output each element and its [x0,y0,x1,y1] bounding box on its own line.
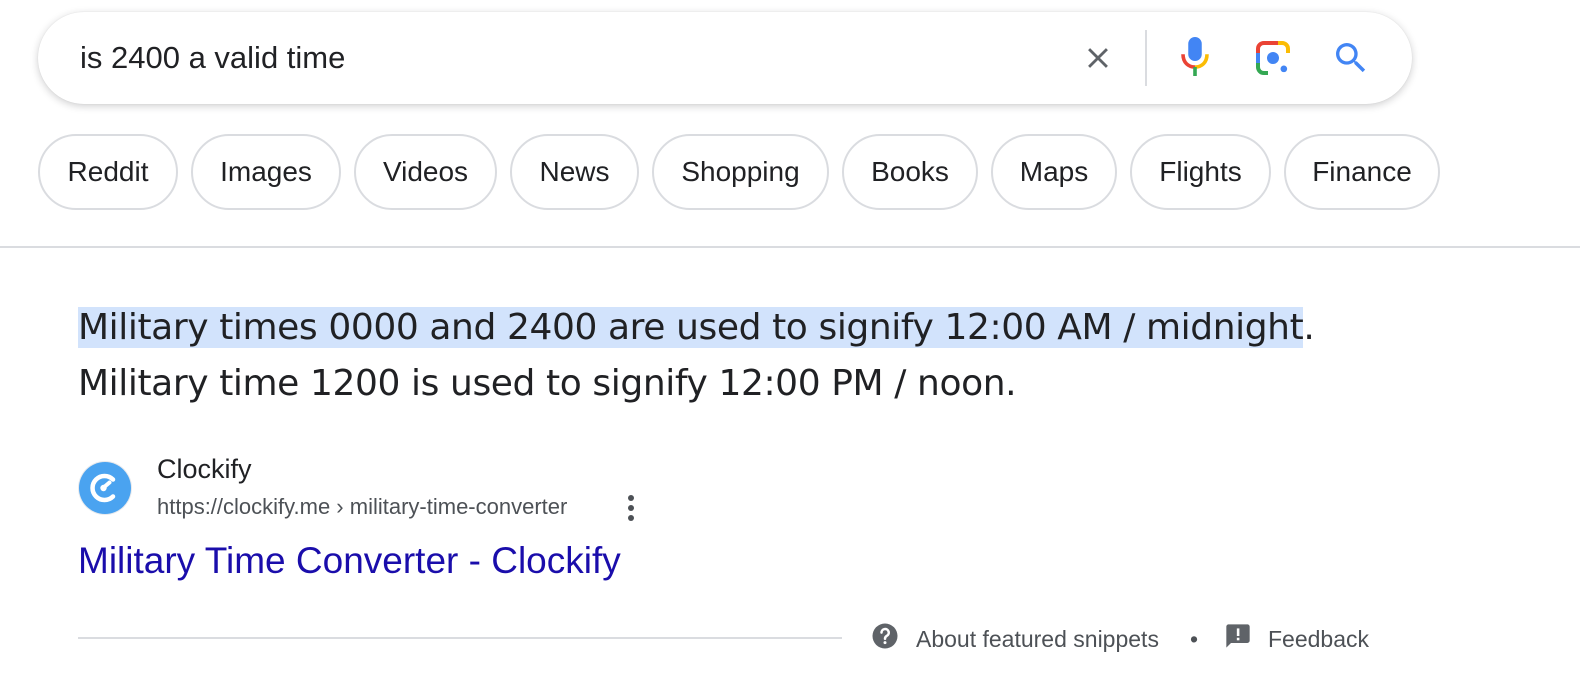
feedback-link[interactable]: Feedback [1224,622,1369,656]
snippet-footer-divider [78,637,842,639]
more-options-icon[interactable] [616,490,646,526]
feedback-icon [1224,622,1252,656]
close-icon[interactable] [1074,34,1122,82]
chip-books[interactable]: Books [842,134,978,210]
chip-videos[interactable]: Videos [354,134,497,210]
snippet-line-1: Military times 0000 and 2400 are used to… [78,300,1378,356]
search-bar [38,12,1412,104]
snippet-highlight: Military times 0000 and 2400 are used to… [78,307,1304,348]
microphone-icon[interactable] [1171,34,1219,82]
clockify-logo-icon[interactable] [78,461,132,515]
feedback-label: Feedback [1268,625,1370,652]
google-lens-icon[interactable] [1249,34,1297,82]
chip-flights[interactable]: Flights [1130,134,1271,210]
chip-reddit[interactable]: Reddit [38,134,178,210]
featured-snippet-text: Military times 0000 and 2400 are used to… [78,300,1378,412]
source-site-name[interactable]: Clockify [157,454,252,485]
chip-finance[interactable]: Finance [1284,134,1440,210]
source-url[interactable]: https://clockify.me › military-time-conv… [157,494,567,520]
search-input[interactable] [80,12,1040,104]
help-icon [870,621,900,657]
snippet-line-1-tail: . [1303,307,1315,348]
about-featured-snippets-link[interactable]: About featured snippets [870,622,1159,656]
chip-images[interactable]: Images [191,134,341,210]
search-filter-chips: Reddit Images Videos News Shopping Books… [38,134,1440,214]
footer-separator: • [1190,626,1199,652]
chip-maps[interactable]: Maps [991,134,1117,210]
search-icon[interactable] [1327,34,1375,82]
about-featured-snippets-label: About featured snippets [916,625,1159,652]
chip-news[interactable]: News [510,134,639,210]
search-bar-divider [1145,30,1147,86]
header-divider [0,246,1580,248]
snippet-line-2: Military time 1200 is used to signify 12… [78,363,1017,404]
chip-shopping[interactable]: Shopping [652,134,829,210]
result-title-link[interactable]: Military Time Converter - Clockify [78,540,621,582]
